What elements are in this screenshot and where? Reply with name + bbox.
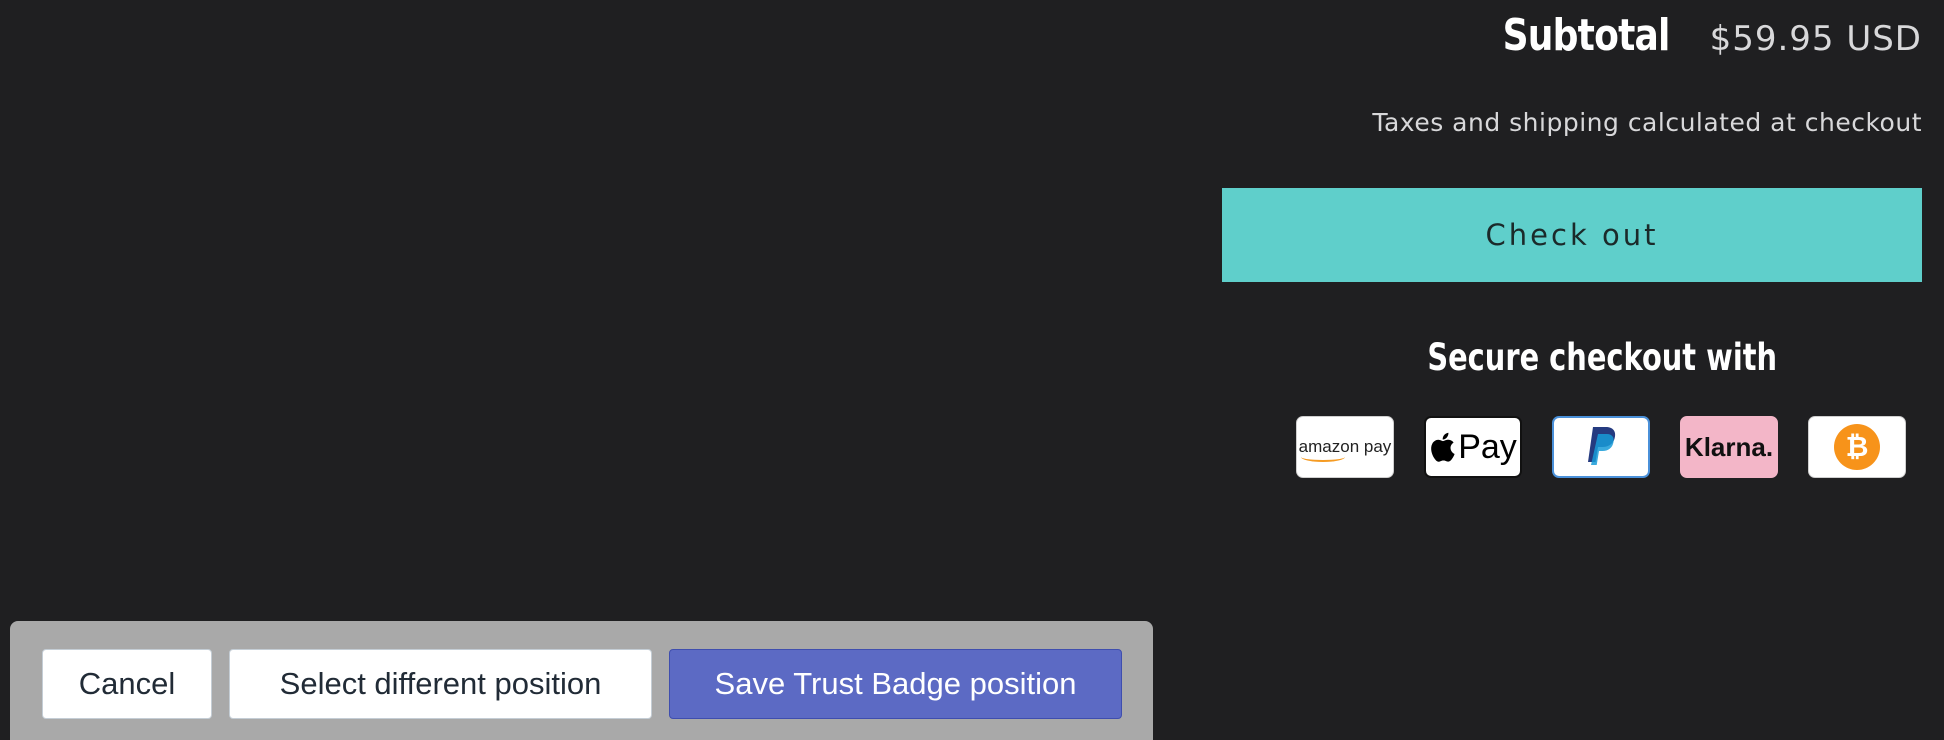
- position-toolbar: Cancel Select different position Save Tr…: [10, 621, 1153, 740]
- subtotal-row: Subtotal $59.95 USD: [1466, 10, 1922, 61]
- amazon-pay-badge: amazon pay: [1296, 416, 1394, 478]
- checkout-button[interactable]: Check out: [1222, 188, 1922, 282]
- amazon-smile-icon: [1300, 452, 1345, 462]
- subtotal-label: Subtotal: [1502, 10, 1671, 61]
- cart-page: Subtotal $59.95 USD Taxes and shipping c…: [0, 0, 1944, 740]
- bitcoin-icon: ₿: [1834, 424, 1880, 470]
- secure-checkout-heading: Secure checkout with: [1222, 336, 1944, 379]
- bitcoin-symbol: ₿: [1846, 430, 1869, 463]
- trust-badges: amazon pay Pay Klarna. ₿: [1296, 416, 1906, 478]
- apple-pay-badge: Pay: [1424, 416, 1522, 478]
- select-different-position-button[interactable]: Select different position: [229, 649, 652, 719]
- apple-icon: [1431, 432, 1455, 462]
- cancel-button[interactable]: Cancel: [42, 649, 212, 719]
- subtotal-value: $59.95 USD: [1709, 19, 1922, 59]
- apple-pay-text: Pay: [1458, 427, 1517, 466]
- paypal-badge: [1552, 416, 1650, 478]
- klarna-badge: Klarna.: [1680, 416, 1778, 478]
- bitcoin-badge: ₿: [1808, 416, 1906, 478]
- save-trust-badge-position-button[interactable]: Save Trust Badge position: [669, 649, 1122, 719]
- klarna-text: Klarna.: [1684, 431, 1774, 462]
- pay-text: pay: [1363, 437, 1392, 456]
- paypal-icon: [1588, 427, 1616, 465]
- secure-checkout-heading-text: Secure checkout with: [1427, 336, 1777, 379]
- amazon-pay-logo: amazon pay: [1299, 437, 1392, 462]
- tax-note: Taxes and shipping calculated at checkou…: [1372, 108, 1922, 137]
